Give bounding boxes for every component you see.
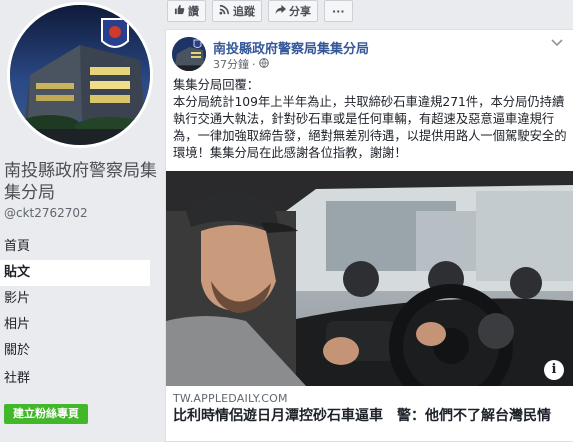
page-action-bar: 讚 追蹤 分享 ···: [167, 0, 357, 24]
thumbs-up-icon: [174, 4, 185, 18]
post-author-avatar[interactable]: [172, 37, 206, 71]
link-preview-image[interactable]: i: [166, 171, 573, 386]
nav-item-posts[interactable]: 貼文: [0, 260, 150, 286]
info-icon[interactable]: i: [544, 360, 564, 380]
chevron-down-icon[interactable]: [551, 36, 563, 50]
post-text: 集集分局回覆： 本分局統計109年上半年為止，共取締砂石車違規271件，本分局仍…: [173, 77, 571, 162]
post-text-heading: 集集分局回覆：: [173, 78, 260, 92]
page-sidebar: 南投縣政府警察局集集分局 @ckt2762702 首頁 貼文 影片 相片 關於 …: [0, 0, 160, 442]
create-page-button[interactable]: 建立粉絲專頁: [4, 404, 88, 424]
police-station-photo: [10, 5, 150, 145]
globe-icon: [258, 57, 269, 71]
share-arrow-icon: [275, 4, 286, 18]
like-button[interactable]: 讚: [167, 0, 206, 22]
driver-in-car-photo: [166, 171, 573, 386]
more-options-button[interactable]: ···: [324, 0, 353, 22]
post-card: 南投縣政府警察局集集分局 37分鐘 · 集集分局回覆： 本分局統計109年上半年…: [165, 29, 573, 442]
page-avatar[interactable]: [7, 2, 153, 148]
nav-item-about[interactable]: 關於: [0, 338, 150, 364]
nav-item-photos[interactable]: 相片: [0, 312, 150, 338]
share-button[interactable]: 分享: [268, 0, 318, 22]
post-text-body: 本分局統計109年上半年為止，共取締砂石車違規271件，本分局仍持續執行交通大執…: [173, 95, 567, 160]
follow-label: 追蹤: [233, 5, 255, 18]
rss-icon: [219, 4, 230, 18]
share-label: 分享: [289, 5, 311, 18]
nav-item-videos[interactable]: 影片: [0, 286, 150, 312]
nav-item-community[interactable]: 社群: [0, 366, 150, 392]
page-title[interactable]: 南投縣政府警察局集集分局: [4, 160, 160, 204]
link-title[interactable]: 比利時情侶遊日月潭控砂石車逼車 警：他們不了解台灣民情: [173, 407, 569, 425]
post-timestamp[interactable]: 37分鐘: [213, 56, 249, 72]
post-author-name[interactable]: 南投縣政府警察局集集分局: [213, 38, 369, 57]
post-meta: 37分鐘 ·: [213, 56, 269, 72]
nav-item-home[interactable]: 首頁: [0, 234, 150, 260]
link-domain[interactable]: TW.APPLEDAILY.COM: [173, 392, 288, 405]
page-handle[interactable]: @ckt2762702: [4, 206, 88, 220]
like-label: 讚: [188, 5, 199, 18]
follow-button[interactable]: 追蹤: [212, 0, 262, 22]
separator-dot: ·: [252, 57, 256, 71]
